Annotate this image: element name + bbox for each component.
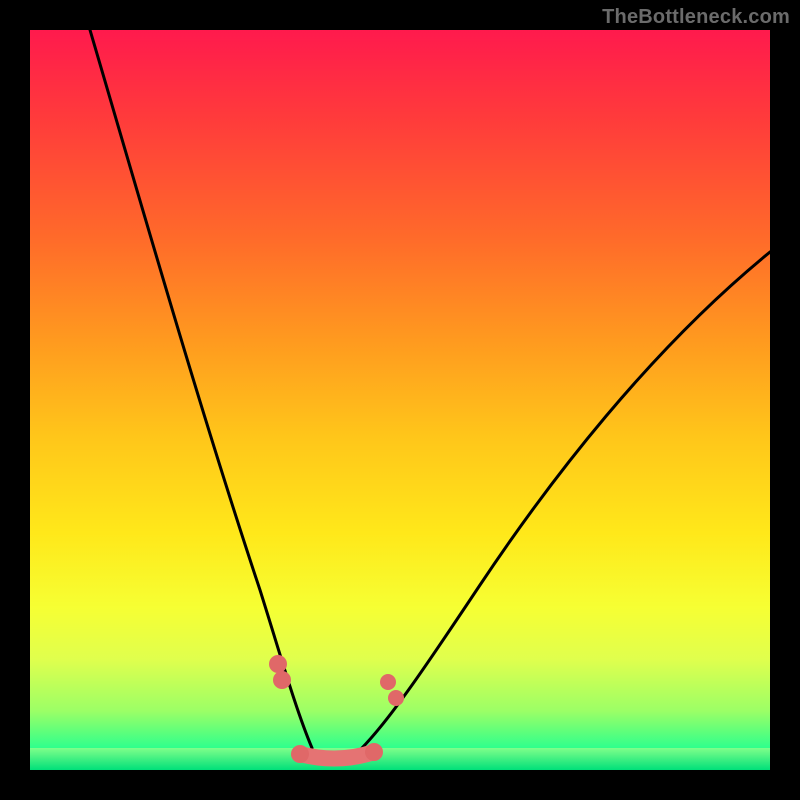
curve-left: [90, 30, 312, 748]
marker-dot: [388, 690, 404, 706]
marker-dot: [273, 671, 291, 689]
marker-dot: [380, 674, 396, 690]
valley-marker-bar: [300, 752, 374, 759]
chart-svg: [30, 30, 770, 770]
plot-area: [30, 30, 770, 770]
outer-frame: TheBottleneck.com: [0, 0, 800, 800]
marker-dot: [291, 745, 309, 763]
curve-right: [360, 252, 770, 750]
marker-dot: [365, 743, 383, 761]
marker-dot: [269, 655, 287, 673]
watermark-text: TheBottleneck.com: [602, 6, 790, 29]
